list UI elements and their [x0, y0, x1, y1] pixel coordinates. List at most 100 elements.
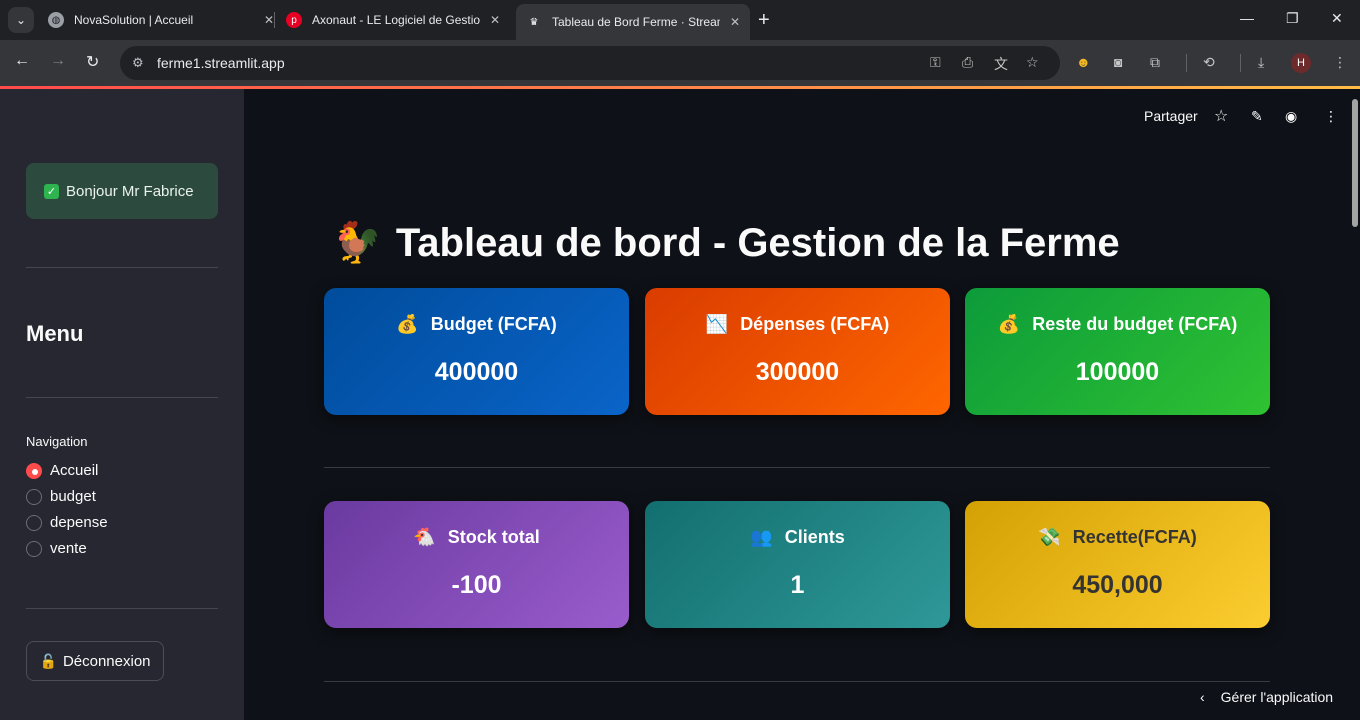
clients-card: 👥 Clients 1: [645, 501, 950, 628]
close-tab-icon[interactable]: ✕: [264, 13, 274, 27]
card-label: Recette(FCFA): [1072, 527, 1197, 547]
tab-tableau-de-bord[interactable]: ♛ Tableau de Bord Ferme · Streamlit ✕: [516, 4, 751, 40]
divider: [26, 608, 218, 609]
chicken-icon: 🐔: [413, 527, 436, 547]
main-content: Partager ☆ ✎ ◉ ⋮ 🐓 Tableau de bord - Gest…: [244, 89, 1350, 720]
tab-title: Tableau de Bord Ferme · Streamlit: [552, 15, 720, 29]
forward-icon[interactable]: →: [50, 52, 66, 70]
star-icon[interactable]: ☆: [1214, 106, 1228, 126]
nav-radio-budget[interactable]: budget: [26, 488, 96, 505]
screenshot-extension-icon[interactable]: ◙: [1114, 54, 1122, 70]
translate-icon[interactable]: 文: [994, 54, 1008, 74]
back-icon[interactable]: ←: [14, 52, 30, 70]
greeting-text: Bonjour Mr Fabrice: [66, 182, 194, 200]
divider: [324, 681, 1270, 682]
profile-avatar[interactable]: H: [1291, 53, 1311, 73]
extension-emoji-icon[interactable]: ☻: [1076, 54, 1091, 70]
nav-radio-vente[interactable]: vente: [26, 540, 87, 557]
chart-decreasing-icon: 📉: [705, 314, 729, 334]
streamlit-crown-icon: ♛: [529, 16, 539, 28]
tab-novasolution[interactable]: ◍ NovaSolution | Accueil ✕: [48, 6, 274, 34]
card-label: Budget (FCFA): [430, 314, 557, 334]
manage-app-button[interactable]: ‹ Gérer l'application: [1200, 689, 1333, 705]
card-value: 450,000: [1072, 571, 1163, 599]
money-bag-icon: 💰: [396, 314, 419, 334]
chevron-left-icon: ‹: [1200, 689, 1205, 705]
divider: [26, 267, 218, 268]
radio-label: vente: [50, 540, 87, 557]
people-icon: 👥: [750, 527, 773, 547]
sidebar: ✓ Bonjour Mr Fabrice Menu Navigation Acc…: [0, 89, 244, 720]
card-value: -100: [451, 571, 502, 599]
card-value: 300000: [755, 358, 840, 386]
card-label: Reste du budget (FCFA): [1032, 314, 1238, 334]
bookmark-star-icon[interactable]: ☆: [1026, 54, 1039, 71]
budget-card: 💰 Budget (FCFA) 400000: [324, 288, 629, 415]
manage-app-label: Gérer l'application: [1220, 689, 1334, 705]
page-scrollbar[interactable]: [1350, 89, 1360, 720]
money-bag-icon: 💰: [997, 314, 1021, 334]
card-label: Dépenses (FCFA): [740, 314, 890, 334]
globe-icon: ◍: [48, 12, 64, 28]
password-key-icon[interactable]: ⚿: [930, 54, 941, 71]
logout-label: Déconnexion: [62, 652, 151, 670]
check-mark-icon: ✓: [44, 183, 59, 199]
card-value: 100000: [1075, 358, 1160, 386]
tab-title: Axonaut - LE Logiciel de Gestion: [312, 13, 480, 27]
tab-title: NovaSolution | Accueil: [74, 13, 194, 27]
money-wings-icon: 💸: [1038, 527, 1061, 547]
address-bar[interactable]: ⚙ ferme1.streamlit.app ⚿ ⎙ 文 ☆: [120, 46, 1060, 80]
radio-icon: [26, 514, 42, 531]
card-label: Stock total: [447, 527, 540, 547]
close-window-icon[interactable]: ✕: [1331, 10, 1343, 27]
edit-pencil-icon[interactable]: ✎: [1251, 108, 1263, 125]
restore-icon[interactable]: ❐: [1286, 10, 1299, 27]
greeting-alert: ✓ Bonjour Mr Fabrice: [26, 163, 218, 219]
url-text[interactable]: ferme1.streamlit.app: [157, 55, 285, 71]
card-label: Clients: [784, 527, 845, 547]
unlock-icon: 🔓: [39, 652, 57, 669]
scrollbar-thumb[interactable]: [1352, 99, 1358, 227]
nav-radio-depense[interactable]: depense: [26, 514, 108, 531]
divider: [324, 467, 1270, 468]
extensions-puzzle-icon[interactable]: ⧉: [1150, 54, 1160, 71]
depenses-card: 📉 Dépenses (FCFA) 300000: [645, 288, 950, 415]
close-tab-icon[interactable]: ✕: [490, 13, 500, 27]
github-icon[interactable]: ◉: [1285, 108, 1297, 125]
share-button[interactable]: Partager: [1144, 108, 1198, 124]
nav-radio-accueil[interactable]: Accueil: [26, 462, 98, 479]
history-icon[interactable]: ⟲: [1203, 54, 1215, 71]
browser-tab-bar: ⌄ ◍ NovaSolution | Accueil ✕ p Axonaut -…: [0, 0, 1360, 40]
radio-label: budget: [50, 488, 96, 505]
card-value: 400000: [434, 358, 519, 386]
recette-card: 💸 Recette(FCFA) 450,000: [965, 501, 1270, 628]
stock-card: 🐔 Stock total -100: [324, 501, 629, 628]
rooster-icon: 🐓: [332, 221, 382, 265]
new-tab-button[interactable]: +: [758, 8, 770, 32]
divider: [26, 397, 218, 398]
page-title: 🐓 Tableau de bord - Gestion de la Ferme: [332, 219, 1120, 266]
tab-axonaut[interactable]: p Axonaut - LE Logiciel de Gestion ✕: [286, 6, 500, 34]
download-icon[interactable]: ⤓: [1258, 54, 1264, 71]
install-app-icon[interactable]: ⎙: [962, 54, 973, 71]
page-title-text: Tableau de bord - Gestion de la Ferme: [395, 221, 1120, 265]
menu-title: Menu: [26, 321, 84, 346]
browser-toolbar: ← → ↻ ⚙ ferme1.streamlit.app ⚿ ⎙ 文 ☆ ☻ ◙…: [0, 40, 1360, 86]
pinterest-icon: p: [286, 12, 302, 28]
radio-label: depense: [50, 514, 108, 531]
browser-menu-icon[interactable]: ⋮: [1333, 54, 1347, 71]
logout-button[interactable]: 🔓 Déconnexion: [26, 641, 164, 681]
tab-search-button[interactable]: ⌄: [8, 7, 34, 33]
radio-label: Accueil: [50, 462, 99, 479]
card-value: 1: [790, 571, 805, 599]
radio-icon: [26, 488, 42, 505]
minimize-icon[interactable]: —: [1240, 10, 1254, 26]
more-menu-icon[interactable]: ⋮: [1324, 108, 1338, 125]
radio-selected-icon: [26, 462, 42, 479]
reload-icon[interactable]: ↻: [86, 52, 99, 72]
radio-icon: [26, 540, 42, 557]
reste-budget-card: 💰 Reste du budget (FCFA) 100000: [965, 288, 1270, 415]
close-tab-icon[interactable]: ✕: [730, 15, 740, 29]
site-info-icon[interactable]: ⚙: [132, 55, 144, 71]
navigation-label: Navigation: [26, 434, 88, 449]
